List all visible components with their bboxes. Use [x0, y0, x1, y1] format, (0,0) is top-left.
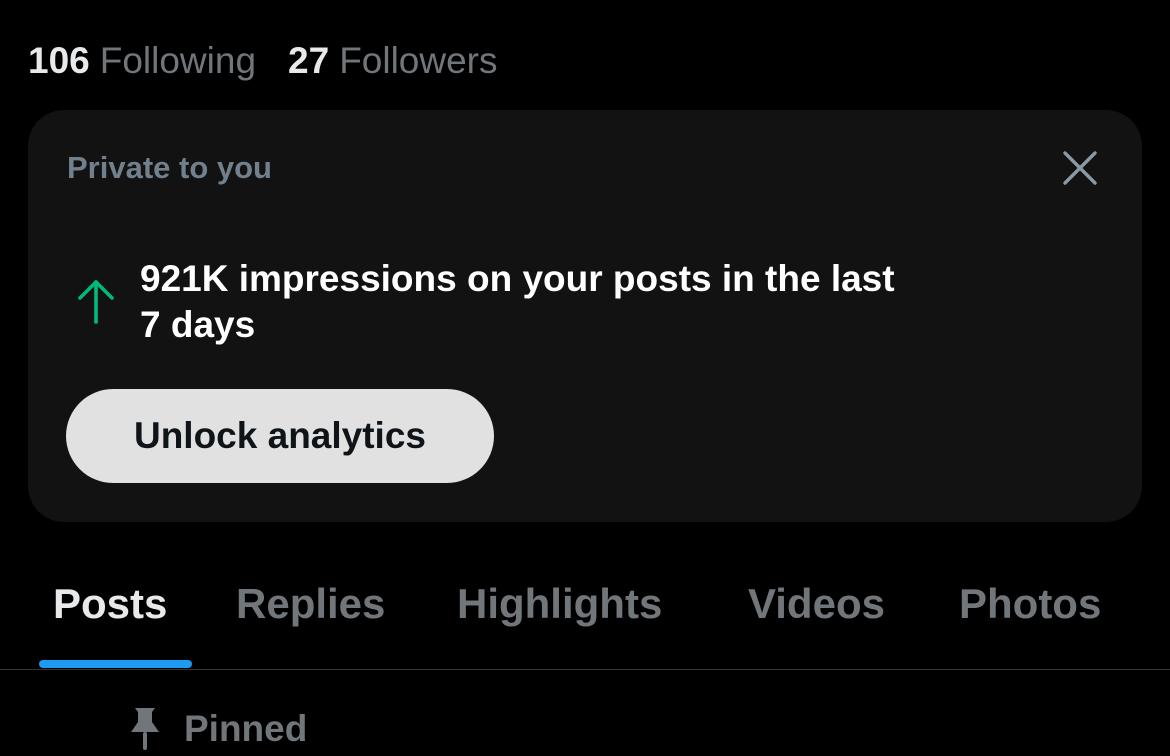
private-label: Private to you: [67, 150, 272, 185]
close-button[interactable]: [1056, 144, 1104, 192]
tab-replies-label: Replies: [236, 580, 386, 627]
profile-tabs: Posts Replies Highlights Videos Photos: [0, 560, 1170, 670]
followers-label: Followers: [339, 40, 498, 81]
follow-stats: 106 Following 27 Followers: [28, 38, 498, 84]
tab-posts-label: Posts: [53, 580, 168, 627]
following-count: 106: [28, 40, 90, 81]
following-label: Following: [99, 40, 257, 81]
unlock-analytics-button[interactable]: Unlock analytics: [66, 389, 494, 483]
impressions-insight: 921K impressions on your posts in the la…: [74, 256, 1020, 348]
close-icon: [1063, 151, 1097, 185]
pin-icon: [131, 708, 159, 750]
impressions-line-2: 7 days: [140, 304, 256, 345]
impressions-text: 921K impressions on your posts in the la…: [140, 256, 1020, 348]
tab-highlights-label: Highlights: [457, 580, 663, 627]
arrow-up-icon: [78, 280, 114, 324]
followers-count: 27: [288, 40, 330, 81]
active-tab-indicator: [39, 660, 192, 668]
pinned-label: Pinned: [184, 708, 308, 749]
analytics-card: Private to you 921K impressions on your …: [28, 110, 1142, 522]
tab-videos-label: Videos: [748, 580, 885, 627]
following-link[interactable]: 106 Following: [28, 40, 256, 82]
impressions-line-1: 921K impressions on your posts in the la…: [140, 258, 895, 299]
tab-photos-label: Photos: [959, 580, 1102, 627]
tabs-divider: [0, 669, 1170, 670]
pinned-header: Pinned: [128, 706, 307, 752]
followers-link[interactable]: 27 Followers: [288, 40, 497, 82]
